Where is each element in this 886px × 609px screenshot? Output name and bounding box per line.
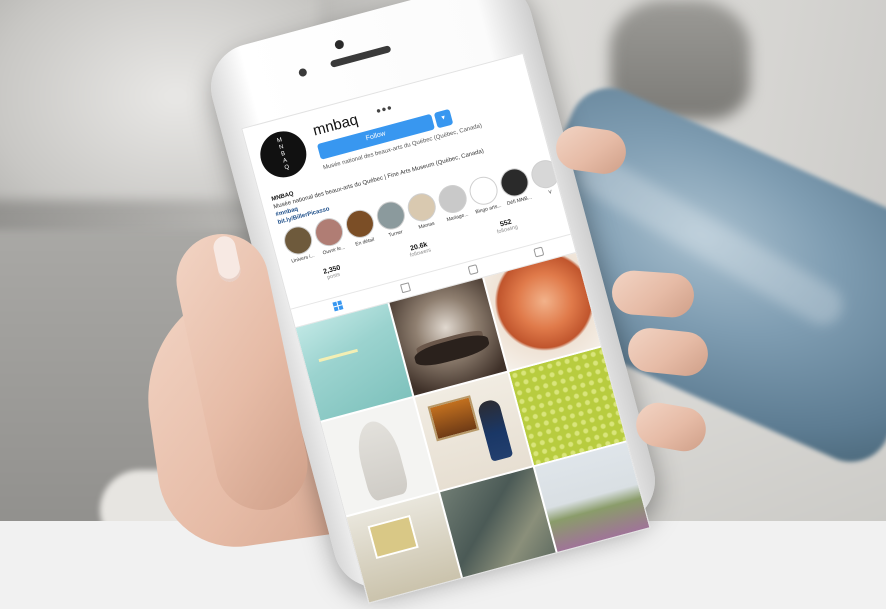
highlight-label: Turner [387, 229, 404, 239]
highlight-cover [435, 181, 470, 217]
highlight-cover [528, 157, 563, 192]
highlight-label: Défi MNB... [506, 194, 533, 208]
tagged-photos-icon[interactable] [533, 246, 545, 258]
highlight-label: Univers i... [290, 252, 316, 265]
highlight-cover [466, 173, 501, 208]
proximity-sensor [297, 67, 308, 78]
highlight-cover [404, 190, 439, 225]
suggested-dropdown-button[interactable]: ▾ [433, 108, 454, 129]
highlight-cover [280, 223, 316, 258]
avatar-letter: Q [283, 163, 290, 171]
front-camera [333, 39, 345, 51]
highlight-label: Mamas [417, 220, 436, 231]
highlight-label: Bingo arts... [474, 202, 503, 216]
highlight-label: Mariage... [446, 211, 470, 224]
highlight-label: V [547, 189, 553, 196]
highlight-label: En détail [354, 236, 376, 248]
profile-avatar[interactable]: M N B A Q [255, 126, 312, 183]
highlight-label: Ouvrir le... [322, 244, 346, 257]
highlight-cover [497, 165, 532, 200]
list-view-icon[interactable] [400, 282, 412, 294]
hand-finger [610, 269, 696, 319]
highlight-cover [342, 206, 378, 242]
grid-view-icon[interactable] [332, 300, 344, 312]
highlight-cover [373, 198, 409, 233]
highlight-cover [311, 214, 347, 250]
more-options-icon[interactable]: ••• [374, 100, 394, 119]
igtv-icon[interactable] [467, 264, 479, 276]
